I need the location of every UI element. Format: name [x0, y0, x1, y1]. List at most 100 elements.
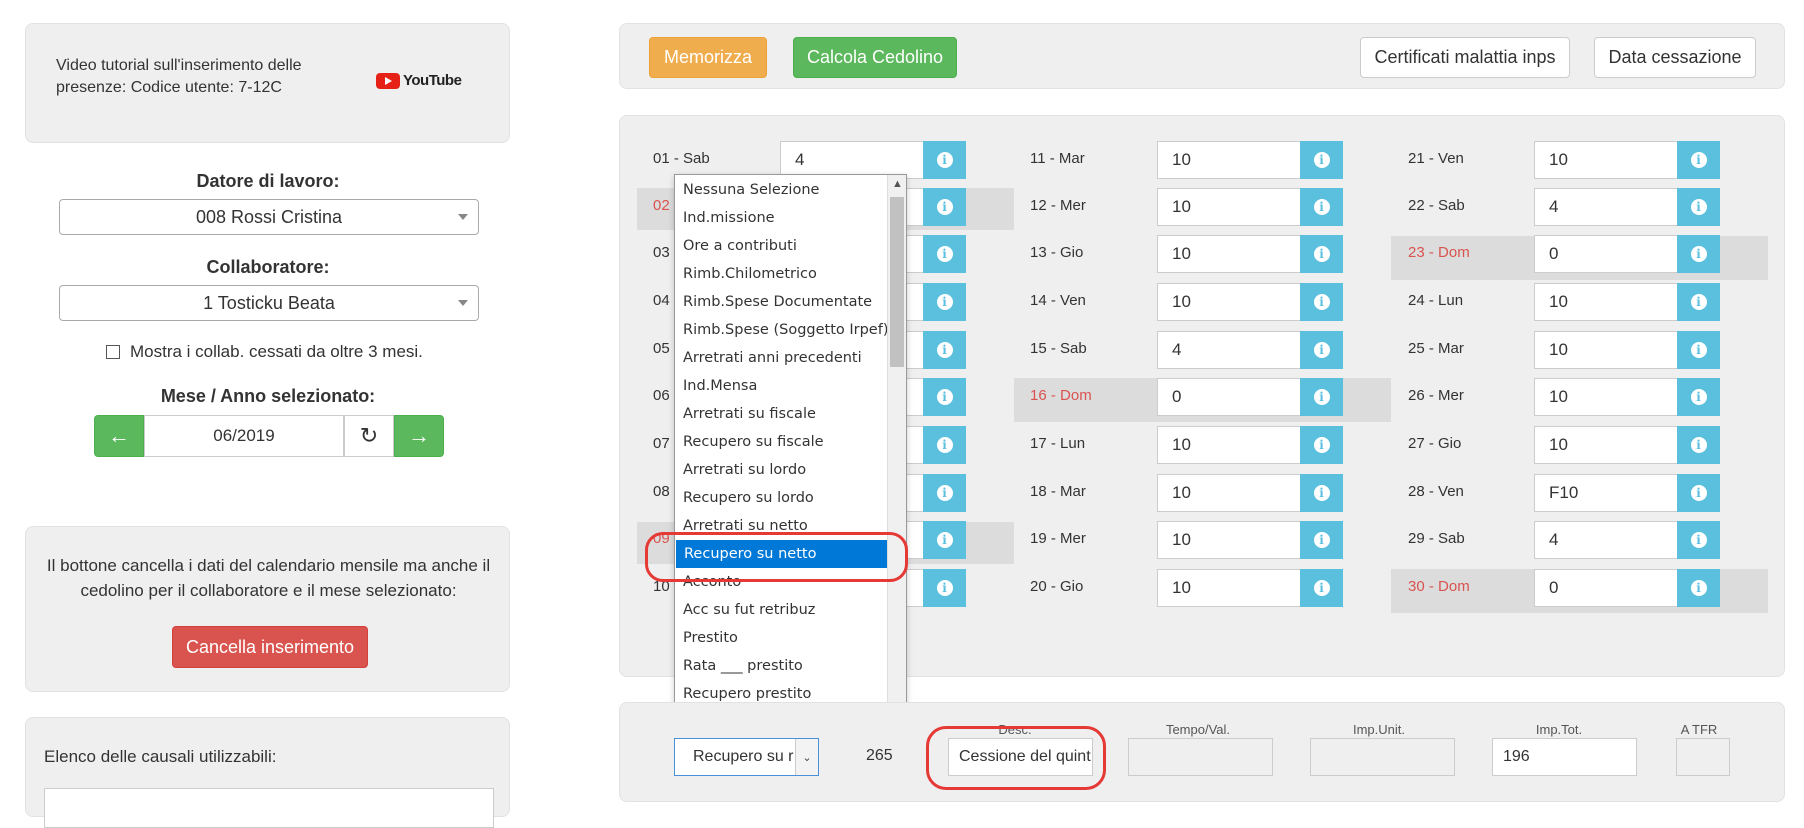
day-info-button[interactable]: i — [1677, 331, 1720, 369]
day-input[interactable]: 10 — [1157, 141, 1300, 179]
day-input[interactable]: 10 — [1534, 141, 1677, 179]
day-info-button[interactable]: i — [1300, 235, 1343, 273]
day-info-button[interactable]: i — [1300, 331, 1343, 369]
day-info-button[interactable]: i — [923, 283, 966, 321]
memorizza-button[interactable]: Memorizza — [649, 37, 767, 78]
dropdown-option[interactable]: Arretrati su fiscale — [683, 406, 816, 422]
day-input[interactable]: 4 — [1534, 188, 1677, 226]
day-input[interactable]: 10 — [1534, 426, 1677, 464]
calcola-cedolino-button[interactable]: Calcola Cedolino — [793, 37, 957, 78]
day-info-button[interactable]: i — [923, 188, 966, 226]
cancel-insert-button[interactable]: Cancella inserimento — [172, 626, 368, 668]
show-ceased-label: Mostra i collab. cessati da oltre 3 mesi… — [130, 342, 423, 361]
dropdown-option[interactable]: Acc su fut retribuz — [683, 602, 815, 618]
causale-select[interactable]: Recupero su r ⌄ — [674, 738, 819, 776]
day-info-button[interactable]: i — [1300, 474, 1343, 512]
day-input[interactable]: 10 — [1157, 521, 1300, 559]
day-info-button[interactable]: i — [923, 331, 966, 369]
day-info-button[interactable]: i — [1677, 141, 1720, 179]
day-info-button[interactable]: i — [923, 235, 966, 273]
dropdown-option[interactable]: Rata ___ prestito — [683, 658, 803, 674]
imptot-header: Imp.Tot. — [1535, 722, 1583, 737]
day-info-button[interactable]: i — [1300, 569, 1343, 607]
day-input[interactable]: 10 — [1157, 426, 1300, 464]
info-icon: i — [936, 342, 953, 358]
day-info-button[interactable]: i — [923, 521, 966, 559]
day-input[interactable]: 10 — [1534, 283, 1677, 321]
day-info-button[interactable]: i — [1677, 474, 1720, 512]
dropdown-option[interactable]: Rimb.Spese (Soggetto Irpef) — [683, 322, 889, 338]
day-info-button[interactable]: i — [1677, 235, 1720, 273]
day-input[interactable]: 0 — [1534, 235, 1677, 273]
day-input[interactable]: F10 — [1534, 474, 1677, 512]
impunit-input[interactable] — [1310, 738, 1455, 776]
day-input[interactable]: 10 — [1157, 283, 1300, 321]
day-input[interactable]: 4 — [1534, 521, 1677, 559]
day-input[interactable]: 10 — [1534, 378, 1677, 416]
datore-select[interactable]: 008 Rossi Cristina — [59, 199, 479, 235]
day-info-button[interactable]: i — [1677, 283, 1720, 321]
scroll-up-icon[interactable]: ▲ — [888, 175, 907, 193]
day-info-button[interactable]: i — [1300, 141, 1343, 179]
day-label: 28 - Ven — [1408, 483, 1464, 500]
dropdown-option[interactable]: Rimb.Chilometrico — [683, 266, 817, 282]
day-info-button[interactable]: i — [923, 569, 966, 607]
info-icon: i — [936, 152, 953, 168]
day-input[interactable]: 10 — [1157, 569, 1300, 607]
day-input[interactable]: 0 — [1534, 569, 1677, 607]
certificati-button[interactable]: Certificati malattia inps — [1360, 37, 1570, 78]
prev-month-button[interactable]: ← — [94, 415, 144, 457]
collab-select[interactable]: 1 Tosticku Beata — [59, 285, 479, 321]
imptot-input[interactable]: 196 — [1492, 738, 1637, 776]
dropdown-option[interactable]: Nessuna Selezione — [683, 182, 819, 198]
dropdown-option[interactable]: Recupero su lordo — [683, 490, 814, 506]
day-info-button[interactable]: i — [1300, 426, 1343, 464]
day-info-button[interactable]: i — [1300, 188, 1343, 226]
day-info-button[interactable]: i — [1300, 378, 1343, 416]
day-info-button[interactable]: i — [923, 474, 966, 512]
day-info-button[interactable]: i — [1677, 426, 1720, 464]
tutorial-text: Video tutorial sull'inserimento delle pr… — [56, 57, 302, 96]
refresh-button[interactable]: ↻ — [344, 415, 394, 457]
day-info-button[interactable]: i — [923, 426, 966, 464]
day-info-button[interactable]: i — [1677, 378, 1720, 416]
show-ceased-checkbox[interactable] — [106, 345, 120, 359]
dropdown-option[interactable]: Ore a contributi — [683, 238, 797, 254]
dropdown-option[interactable]: Arretrati su lordo — [683, 462, 806, 478]
day-input[interactable]: 10 — [1157, 188, 1300, 226]
day-input[interactable]: 10 — [1157, 235, 1300, 273]
day-info-button[interactable]: i — [1677, 569, 1720, 607]
month-input[interactable]: 06/2019 — [144, 415, 344, 457]
collab-label: Collaboratore: — [206, 257, 330, 277]
causale-dropdown-list[interactable]: Nessuna Selezione Ind.missione Ore a contr… — [674, 174, 907, 736]
day-info-button[interactable]: i — [1677, 188, 1720, 226]
data-cessazione-button[interactable]: Data cessazione — [1594, 37, 1756, 78]
dropdown-option[interactable]: Ind.missione — [683, 210, 775, 226]
tempo-input[interactable] — [1128, 738, 1273, 776]
day-info-button[interactable]: i — [1300, 283, 1343, 321]
day-input[interactable]: 10 — [1157, 474, 1300, 512]
day-label: 08 — [653, 483, 670, 500]
day-info-button[interactable]: i — [1300, 521, 1343, 559]
dropdown-option[interactable]: Arretrati anni precedenti — [683, 350, 862, 366]
dropdown-option[interactable]: Ind.Mensa — [683, 378, 757, 394]
dropdown-option[interactable]: Recupero su fiscale — [683, 434, 824, 450]
day-input[interactable]: 10 — [1534, 331, 1677, 369]
atfr-input[interactable] — [1676, 738, 1730, 776]
day-label: 12 - Mer — [1030, 197, 1086, 214]
dropdown-option[interactable]: Recupero prestito — [683, 686, 811, 702]
day-label: 22 - Sab — [1408, 197, 1465, 214]
dropdown-option[interactable]: Prestito — [683, 630, 738, 646]
dropdown-scrollbar[interactable]: ▲ ▼ — [887, 175, 906, 735]
info-icon: i — [936, 437, 953, 453]
next-month-button[interactable]: → — [394, 415, 444, 457]
dropdown-option[interactable]: Rimb.Spese Documentate — [683, 294, 872, 310]
day-info-button[interactable]: i — [923, 141, 966, 179]
info-icon: i — [1313, 485, 1330, 501]
day-input[interactable]: 4 — [1157, 331, 1300, 369]
scroll-thumb[interactable] — [890, 197, 904, 367]
day-info-button[interactable]: i — [1677, 521, 1720, 559]
day-input[interactable]: 0 — [1157, 378, 1300, 416]
youtube-logo[interactable]: YouTube — [376, 72, 462, 89]
day-info-button[interactable]: i — [923, 378, 966, 416]
